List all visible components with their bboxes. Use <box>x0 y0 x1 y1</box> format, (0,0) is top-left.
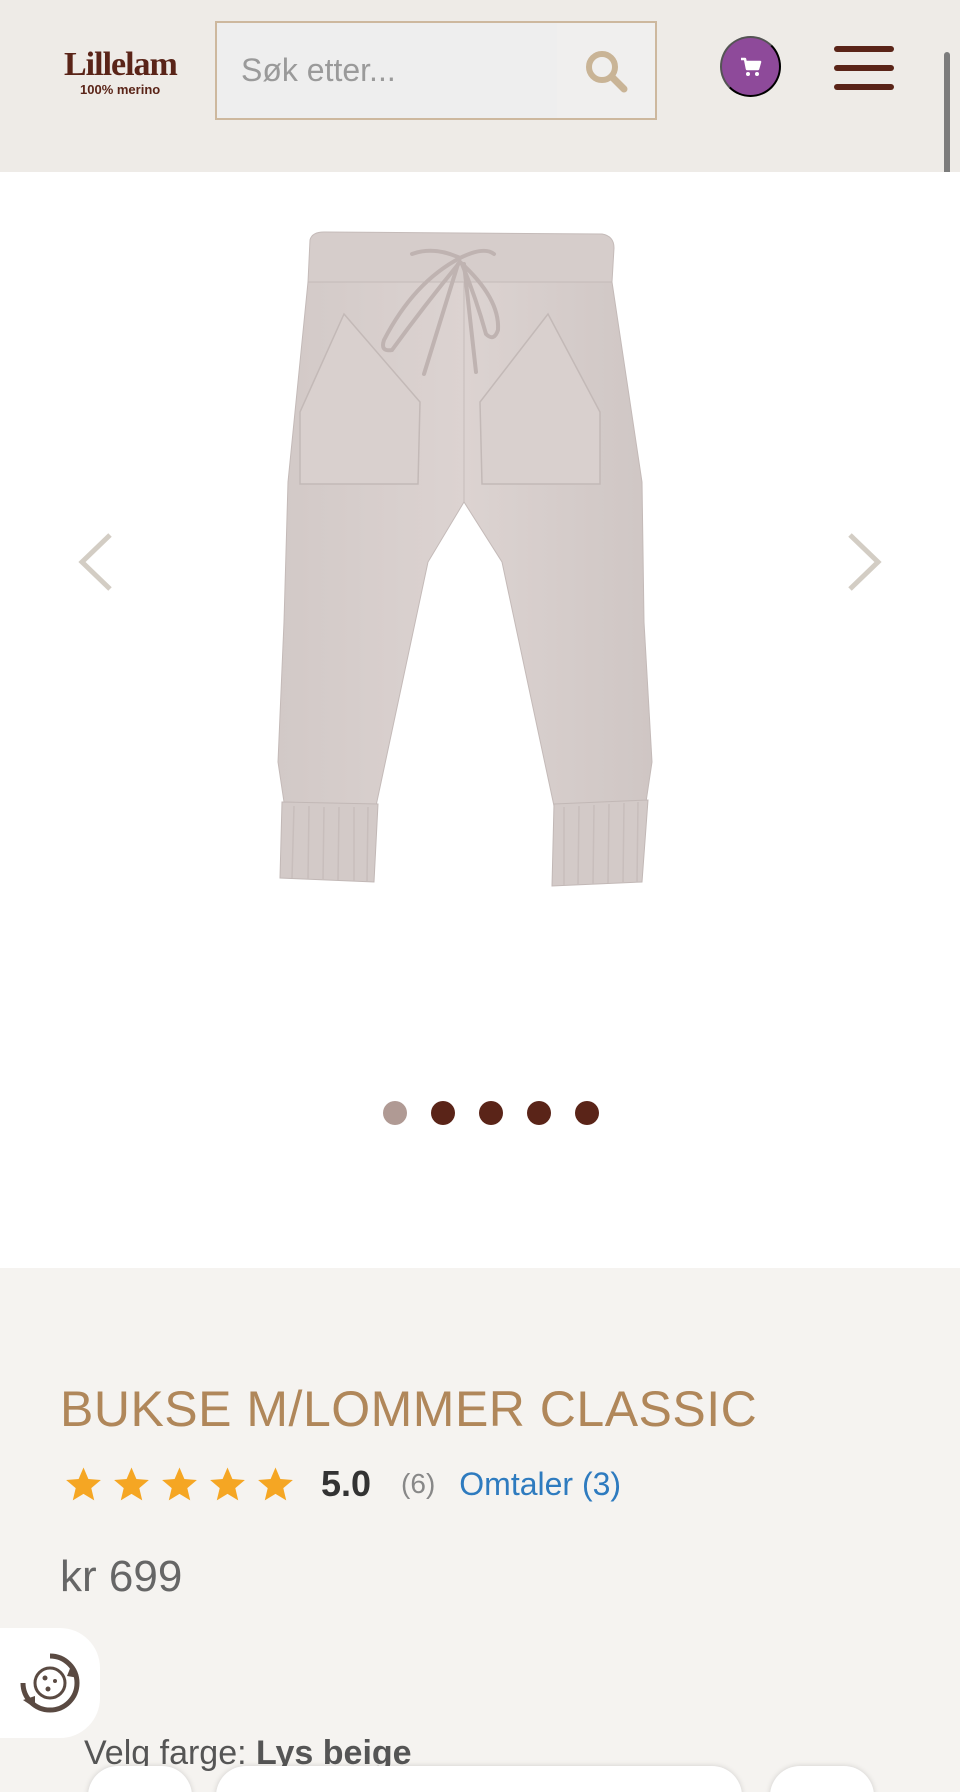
next-slide-button[interactable] <box>834 522 894 602</box>
star-icon <box>210 1466 245 1500</box>
menu-line <box>834 65 894 71</box>
rating-score: 5.0 <box>321 1463 372 1504</box>
star-rating <box>64 1465 295 1504</box>
chevron-left-icon <box>78 533 112 591</box>
search-button[interactable] <box>557 23 655 118</box>
cart-icon <box>740 57 761 76</box>
rating-count: (6) <box>401 1468 436 1499</box>
logo[interactable]: Lillelam 100% merino <box>64 48 184 104</box>
slide-dot-4[interactable] <box>527 1101 551 1125</box>
menu-line <box>834 46 894 52</box>
color-swatches <box>0 1766 960 1792</box>
menu-line <box>834 84 894 90</box>
slide-dot-1[interactable] <box>383 1101 407 1125</box>
color-swatch[interactable] <box>770 1766 874 1792</box>
search-box <box>215 21 657 120</box>
logo-name: Lillelam <box>64 46 178 83</box>
color-swatch[interactable] <box>88 1766 192 1792</box>
chevron-right-icon <box>848 533 882 591</box>
search-icon <box>586 50 628 92</box>
cart-button[interactable] <box>720 36 781 97</box>
star-icon <box>258 1466 293 1500</box>
star-icon <box>66 1466 101 1500</box>
star-icon <box>114 1466 149 1500</box>
color-swatch[interactable] <box>216 1766 742 1792</box>
hamburger-menu-button[interactable] <box>834 46 894 90</box>
product-title: BUKSE M/LOMMER CLASSIC <box>60 1381 758 1437</box>
reviews-link[interactable]: Omtaler (3) <box>459 1466 621 1503</box>
star-icon <box>162 1466 197 1500</box>
slide-dot-5[interactable] <box>575 1101 599 1125</box>
site-header: Lillelam 100% merino <box>0 0 960 172</box>
slide-indicators <box>383 1101 599 1127</box>
previous-slide-button[interactable] <box>66 522 126 602</box>
product-info: BUKSE M/LOMMER CLASSIC 5.0 (6) Omtaler (… <box>0 1268 960 1792</box>
product-gallery <box>0 172 960 1268</box>
floating-widget-button[interactable] <box>0 1628 100 1738</box>
logo-tagline: 100% merino <box>80 82 161 97</box>
slide-dot-3[interactable] <box>479 1101 503 1125</box>
search-input[interactable] <box>217 23 557 118</box>
product-price: kr 699 <box>60 1552 183 1601</box>
rating-row: 5.0 (6) Omtaler (3) <box>64 1460 621 1508</box>
product-image <box>277 231 653 887</box>
cookie-settings-icon <box>20 1653 80 1713</box>
slide-dot-2[interactable] <box>431 1101 455 1125</box>
